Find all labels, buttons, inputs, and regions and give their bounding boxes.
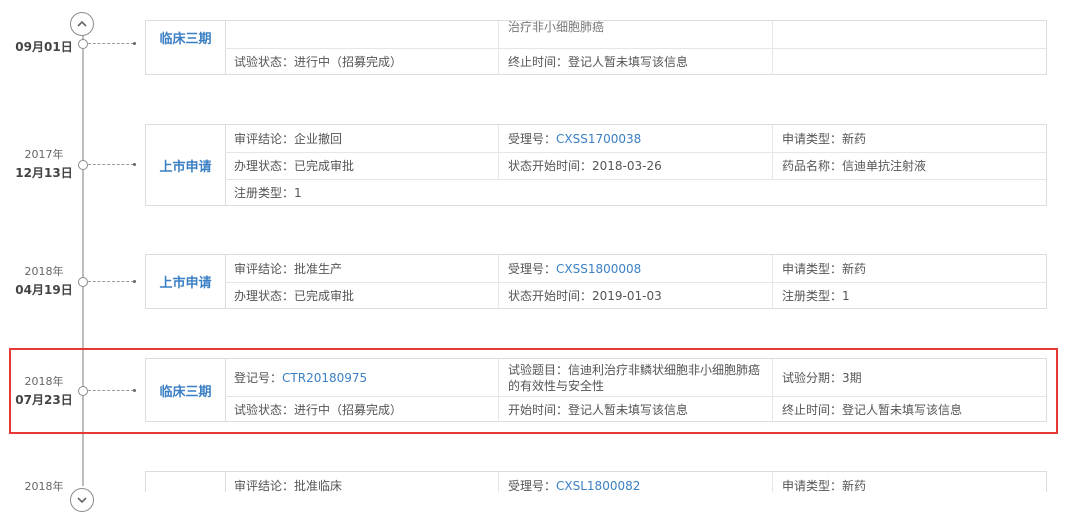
record-cell: 受理号： CXSS1700038: [499, 125, 773, 152]
record-type-link[interactable]: 上市申请: [146, 125, 226, 205]
record-type-link[interactable]: 上市申请: [146, 255, 226, 308]
scroll-down-button[interactable]: [70, 488, 94, 512]
timeline-node: [78, 160, 88, 170]
record-row: 办理状态： 已完成审批 状态开始时间： 2019-01-03 注册类型： 1: [225, 282, 1046, 309]
connector-dot: [133, 280, 136, 283]
record-cell: 试验分期： 3期: [782, 371, 862, 385]
entry-date: 2018年 04月19日: [15, 265, 73, 297]
record-cell: 登记号： CTR20180975: [225, 359, 499, 396]
entry-date: 2017年 12月13日: [15, 148, 73, 180]
record-cell: 终止时间： 登记人暂未填写该信息: [782, 402, 963, 417]
record-card: 上市申请 审评结论： 企业撤回 受理号： CXSS1700038 申请类型： 新药 办…: [145, 124, 1047, 206]
timeline-node: [78, 277, 88, 287]
record-card: 临床三期 治疗非小细胞肺癌 试验状态： 进行中（招募完成） 终止时间： 登记人暂未填…: [145, 20, 1047, 75]
scroll-up-button[interactable]: [70, 12, 94, 36]
timeline-connector: [88, 281, 134, 282]
record-cell: 试验题目：信迪利治疗非鳞状细胞非小细胞肺癌的有效性与安全性: [499, 359, 773, 396]
chevron-up-icon: [77, 20, 87, 27]
record-cell: 试验状态： 进行中（招募完成）: [225, 396, 499, 422]
record-row: 办理状态： 已完成审批 状态开始时间： 2018-03-26 药品名称： 信迪单抗注射…: [225, 152, 1046, 180]
timeline-viewport[interactable]: 09月01日 临床三期 治疗非小细胞肺癌 试验状态： 进行中（招募完成） 终止时间…: [0, 0, 1077, 520]
record-cell: 审评结论： 批准生产: [225, 255, 499, 282]
record-cell: 办理状态： 已完成审批: [225, 282, 499, 309]
record-row: 审评结论： 企业撤回 受理号： CXSS1700038 申请类型： 新药: [225, 125, 1046, 153]
record-cell: [773, 21, 1049, 48]
acceptance-number-link[interactable]: CXSS1800008: [556, 262, 641, 276]
record-cell: [773, 48, 1049, 75]
acceptance-number-link[interactable]: CXSL1800082: [556, 479, 640, 493]
timeline-connector: [88, 43, 134, 44]
record-row: 审评结论： 批准生产 受理号： CXSS1800008 申请类型： 新药: [225, 255, 1046, 283]
record-cell: 申请类型： 新药: [782, 132, 867, 146]
bottom-mask: [0, 492, 1077, 520]
entry-date: 2018年 07月23日: [15, 375, 73, 407]
record-cell: 状态开始时间： 2019-01-03: [499, 282, 773, 309]
record-cell: 注册类型： 1: [782, 288, 850, 304]
record-row: 注册类型： 1: [225, 179, 1046, 206]
timeline-connector: [88, 390, 134, 391]
registration-number-link[interactable]: CTR20180975: [282, 371, 367, 385]
record-cell: 治疗非小细胞肺癌: [499, 21, 773, 48]
connector-dot: [133, 42, 136, 45]
record-cell: 办理状态： 已完成审批: [225, 152, 499, 179]
record-row: 试验状态： 进行中（招募完成） 开始时间： 登记人暂未填写该信息 终止时间： 登记人暂…: [225, 396, 1046, 422]
record-cell: 药品名称： 信迪单抗注射液: [782, 159, 927, 173]
record-type-link[interactable]: 临床三期: [146, 21, 226, 74]
record-cell: 申请类型： 新药: [782, 262, 867, 276]
record-cell: 注册类型： 1: [234, 185, 302, 201]
entry-date: 09月01日: [15, 40, 73, 54]
record-row: 治疗非小细胞肺癌: [225, 21, 1046, 49]
connector-dot: [133, 163, 136, 166]
timeline-node: [78, 386, 88, 396]
acceptance-number-link[interactable]: CXSS1700038: [556, 132, 641, 146]
record-row: 登记号： CTR20180975 试验题目：信迪利治疗非鳞状细胞非小细胞肺癌的有效…: [225, 359, 1046, 397]
timeline-connector: [88, 164, 134, 165]
record-card: 上市申请 审评结论： 批准生产 受理号： CXSS1800008 申请类型： 新药 办…: [145, 254, 1047, 309]
record-row: 试验状态： 进行中（招募完成） 终止时间： 登记人暂未填写该信息: [225, 48, 1046, 75]
timeline-node: [78, 39, 88, 49]
record-cell: 状态开始时间： 2018-03-26: [499, 152, 773, 179]
record-cell: 终止时间： 登记人暂未填写该信息: [499, 48, 773, 75]
record-cell: 试验状态： 进行中（招募完成）: [225, 48, 499, 75]
timeline-axis: [82, 34, 84, 486]
chevron-down-icon: [77, 497, 87, 504]
record-type-link[interactable]: 临床三期: [146, 359, 226, 421]
record-card: 临床三期 登记号： CTR20180975 试验题目：信迪利治疗非鳞状细胞非小细胞…: [145, 358, 1047, 422]
connector-dot: [133, 389, 136, 392]
record-cell: [225, 21, 499, 48]
record-cell: 受理号： CXSS1800008: [499, 255, 773, 282]
record-cell: 审评结论： 企业撤回: [225, 125, 499, 152]
record-cell: 开始时间： 登记人暂未填写该信息: [499, 396, 773, 422]
